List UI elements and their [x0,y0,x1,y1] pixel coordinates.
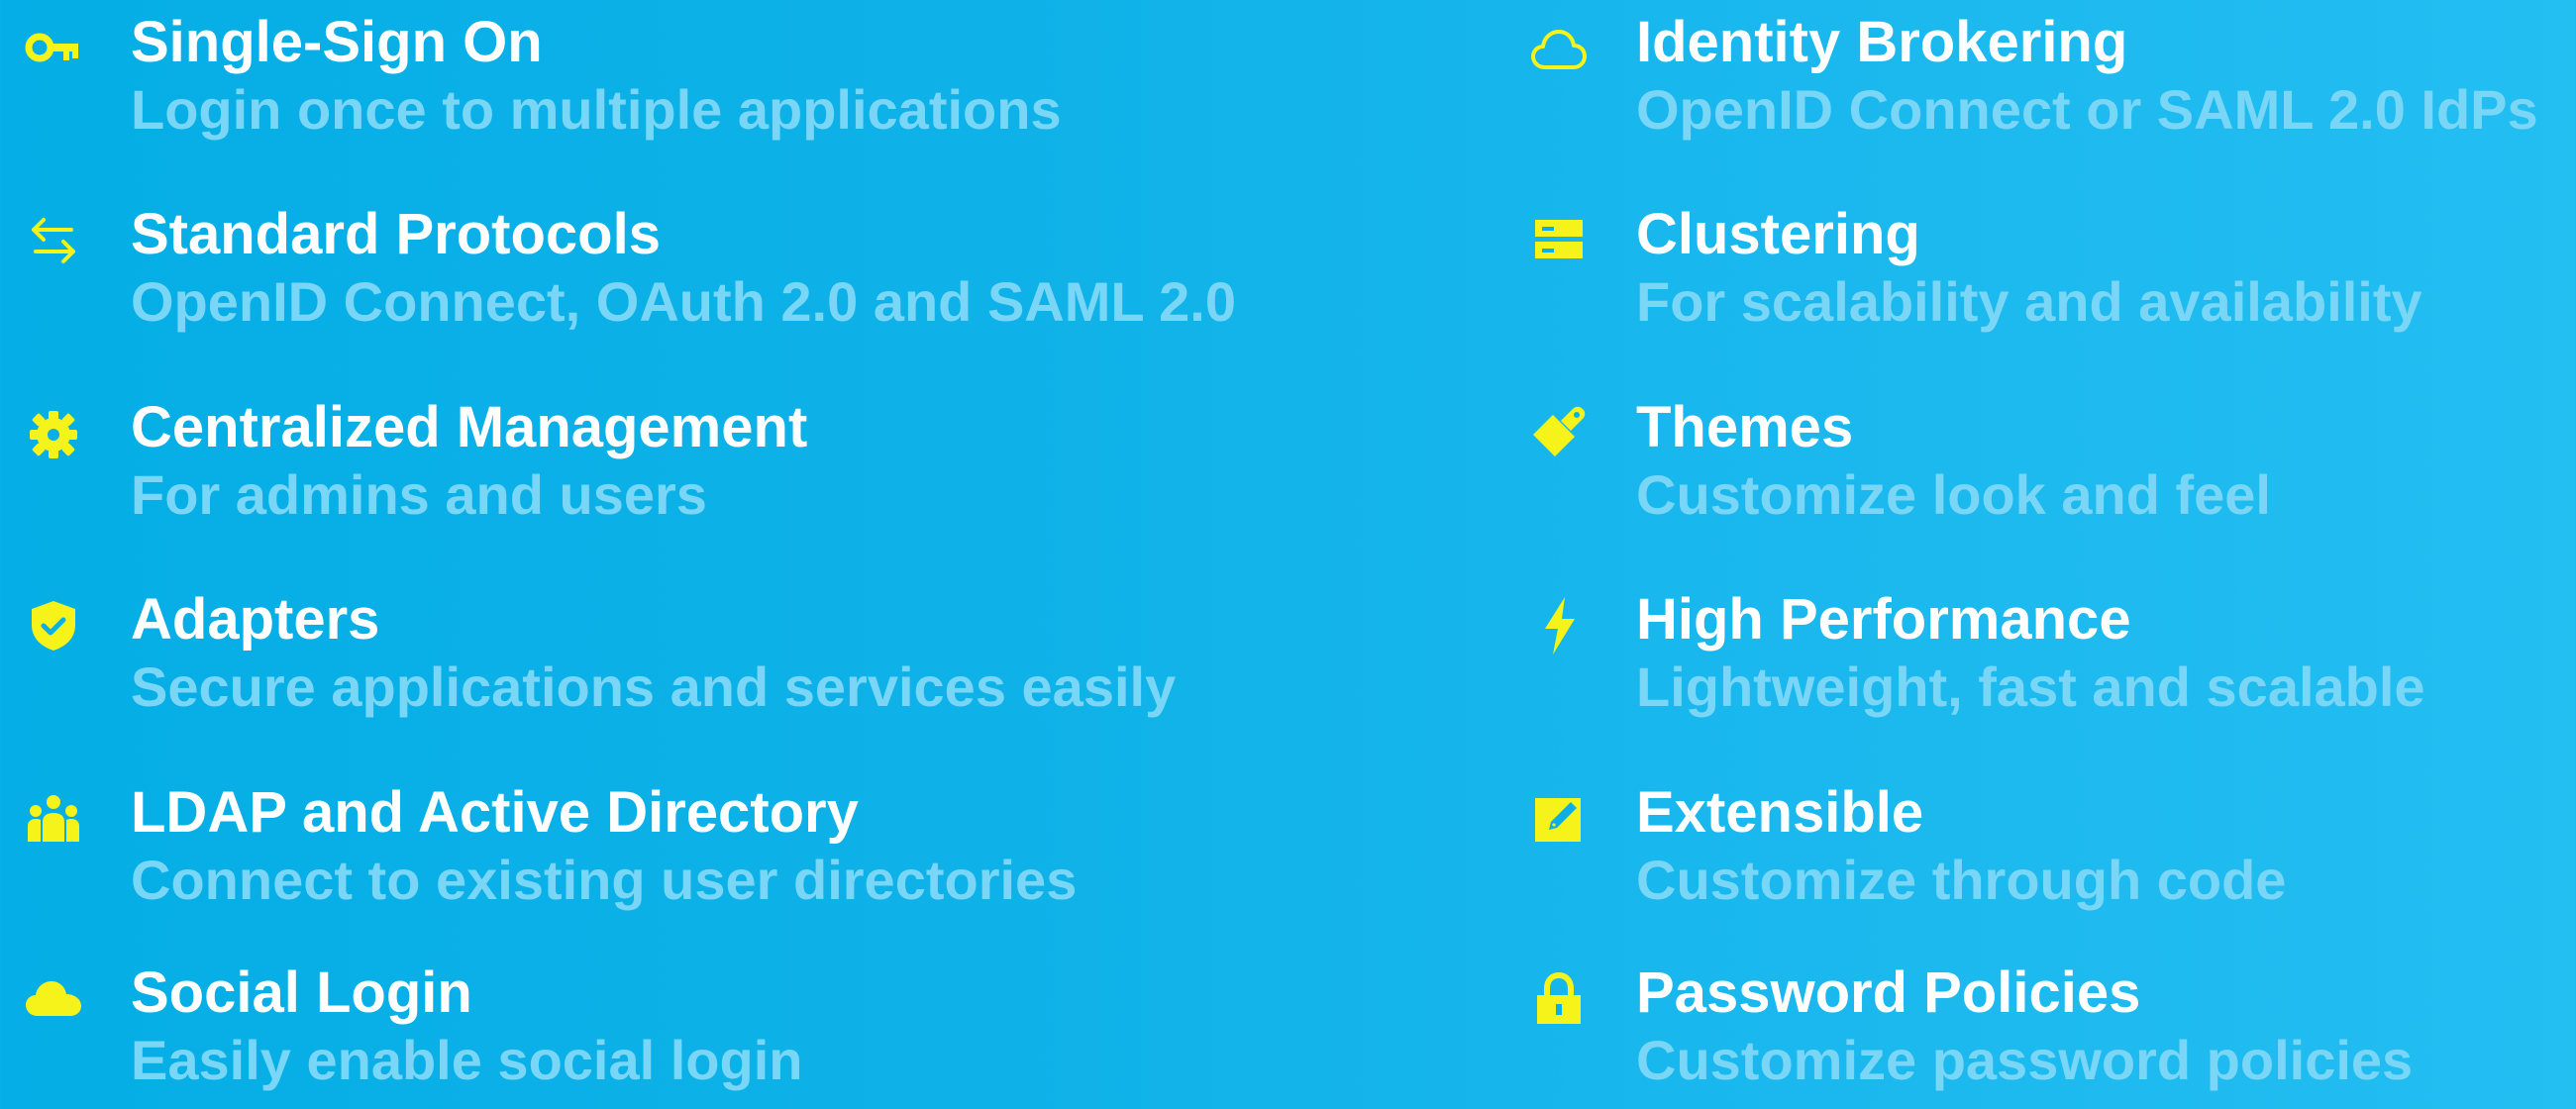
feature-description: Customize password policies [1636,1029,2414,1091]
feature-title: Social Login [131,960,472,1025]
lock-icon [1527,966,1591,1030]
feature-description: OpenID Connect, OAuth 2.0 and SAML 2.0 [131,270,1236,333]
feature-description: Lightweight, fast and scalable [1636,655,2425,718]
feature-title: Identity Brokering [1636,10,2128,74]
cloud-icon [22,966,85,1030]
feature-title: Standard Protocols [131,202,661,266]
edit-icon [1527,786,1591,850]
feature-title: Extensible [1636,780,1924,845]
lightning-icon [1527,593,1591,656]
feature-description: Secure applications and services easily [131,655,1177,718]
feature-description: For admins and users [131,463,707,526]
feature-description: For scalability and availability [1636,270,2422,333]
feature-title: Themes [1636,395,1854,459]
feature-description: Login once to multiple applications [131,78,1062,141]
swap-arrows-icon [22,208,85,271]
feature-title: LDAP and Active Directory [131,780,859,845]
feature-description: OpenID Connect or SAML 2.0 IdPs [1636,78,2538,141]
feature-title: Single-Sign On [131,10,543,74]
feature-description: Customize through code [1636,849,2287,911]
feature-title: Adapters [131,587,380,652]
feature-title: High Performance [1636,587,2131,652]
users-icon [22,786,85,850]
shield-check-icon [22,593,85,656]
feature-grid: Single-Sign On Login once to multiple ap… [0,0,2576,1094]
feature-title: Clustering [1636,202,1920,266]
paint-brush-icon [1527,401,1591,464]
feature-title: Centralized Management [131,395,808,459]
feature-description: Connect to existing user directories [131,849,1078,911]
key-icon [22,16,85,79]
feature-description: Easily enable social login [131,1029,803,1091]
feature-description: Customize look and feel [1636,463,2271,526]
cloud-outline-icon [1527,16,1591,79]
gear-icon [22,401,85,464]
feature-title: Password Policies [1636,960,2141,1025]
server-icon [1527,208,1591,271]
